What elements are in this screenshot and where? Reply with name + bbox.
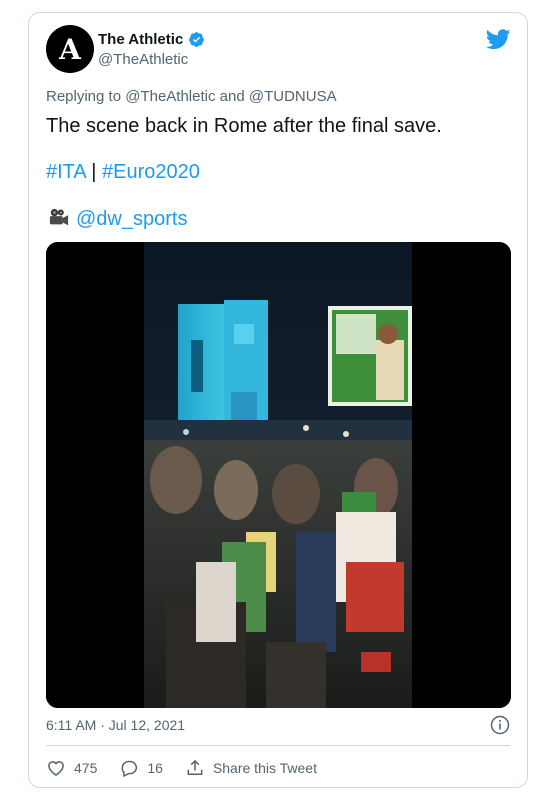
share-button[interactable]: Share this Tweet — [185, 758, 317, 778]
twitter-bird-icon[interactable] — [486, 29, 511, 50]
reply-context: Replying to @TheAthletic and @TUDNUSA — [46, 88, 337, 105]
reply-and: and — [219, 88, 245, 105]
divider — [46, 745, 510, 746]
tweet-card[interactable]: A The Athletic @TheAthletic Replying to … — [28, 12, 528, 788]
hashtag-ita[interactable]: #ITA — [46, 161, 86, 183]
action-bar: 475 16 Share this Tweet — [46, 757, 339, 779]
reply-button[interactable]: 16 — [119, 758, 163, 778]
hashtag-euro2020[interactable]: #Euro2020 — [102, 161, 200, 183]
reply-mention-2[interactable]: @TUDNUSA — [249, 88, 337, 105]
hashtag-separator: | — [91, 161, 97, 183]
author-handle[interactable]: @TheAthletic — [98, 51, 188, 68]
reply-mention-1[interactable]: @TheAthletic — [125, 88, 215, 105]
author-name[interactable]: The Athletic — [98, 31, 183, 48]
reply-bubble-icon — [121, 760, 138, 778]
video-player[interactable] — [46, 242, 511, 708]
info-icon[interactable] — [490, 715, 510, 735]
share-label: Share this Tweet — [212, 760, 317, 776]
reply-count: 16 — [147, 760, 163, 776]
credit-mention[interactable]: @dw_sports — [76, 208, 187, 230]
video-credit: @dw_sports — [46, 206, 187, 232]
tweet-text: The scene back in Rome after the final s… — [46, 115, 442, 137]
like-count: 475 — [74, 760, 98, 776]
hashtag-line: #ITA | #Euro2020 — [46, 159, 200, 185]
video-frame — [46, 242, 511, 708]
share-icon — [187, 759, 203, 775]
movie-camera-icon — [49, 208, 69, 226]
tweet-timestamp[interactable]: 6:11 AM · Jul 12, 2021 — [46, 717, 185, 733]
verified-badge-icon — [189, 32, 204, 47]
like-button[interactable]: 475 — [46, 758, 97, 778]
reply-prefix: Replying to — [46, 88, 122, 105]
heart-icon — [48, 761, 64, 776]
avatar[interactable]: A — [46, 25, 94, 73]
